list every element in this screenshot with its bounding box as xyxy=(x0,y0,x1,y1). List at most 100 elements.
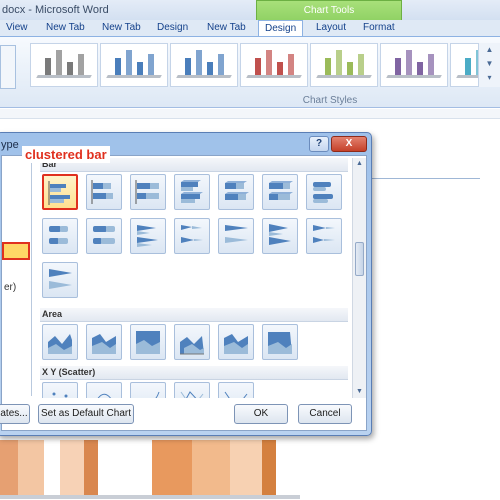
pyramid-stacked-bar-icon xyxy=(313,225,335,243)
tab-new-tab-2[interactable]: New Tab xyxy=(102,20,141,36)
chart-style-bar xyxy=(358,54,364,76)
chart-style-bar xyxy=(277,62,283,76)
chart-style-option[interactable] xyxy=(100,43,168,87)
chart-style-floor xyxy=(106,75,162,78)
100-stacked-area-chart-option[interactable] xyxy=(130,324,166,360)
chart-style-option[interactable] xyxy=(380,43,448,87)
chart-style-bar xyxy=(56,50,62,76)
cylinder-clustered-bar-chart-option[interactable] xyxy=(306,174,342,210)
3d-clustered-bar-chart-option[interactable] xyxy=(174,174,210,210)
scatter-smooth-markers-chart-option[interactable] xyxy=(86,382,122,398)
cylinder-stacked-bar-chart-option[interactable] xyxy=(42,218,78,254)
100-stacked-bar-chart-option[interactable] xyxy=(130,174,166,210)
stacked-bar-chart-option[interactable] xyxy=(86,174,122,210)
scatter-straight-lines-chart-option[interactable] xyxy=(218,382,254,398)
help-button[interactable]: ? xyxy=(309,136,329,152)
triangle-down-icon[interactable]: ▼ xyxy=(353,386,366,398)
pyramid-stacked-bar-chart-option[interactable] xyxy=(306,218,342,254)
stacked-area-chart-option[interactable] xyxy=(86,324,122,360)
change-chart-type-dialog: ype ? X er) Bar Area X Y (Scatter) ▲ ▼ a… xyxy=(0,132,372,436)
3d-stacked-bar-icon xyxy=(225,181,249,200)
pyramid-100-bar-icon xyxy=(49,269,72,289)
section-header-area: Area xyxy=(40,308,348,322)
tab-new-tab-1[interactable]: New Tab xyxy=(46,20,85,36)
clustered-bar-annotation: clustered bar xyxy=(22,146,110,163)
dialog-title: ype xyxy=(1,139,19,151)
cylinder-100-bar-chart-option[interactable] xyxy=(86,218,122,254)
chart-style-bar xyxy=(207,62,213,76)
chart-style-bar xyxy=(185,58,191,76)
clustered-bar-chart-option[interactable] xyxy=(42,174,78,210)
3d-100-stacked-bar-chart-option[interactable] xyxy=(262,174,298,210)
chart-gridline xyxy=(368,178,480,179)
document-ruler-edge xyxy=(0,109,500,119)
cone-100-bar-chart-option[interactable] xyxy=(218,218,254,254)
chart-style-option[interactable] xyxy=(170,43,238,87)
chart-style-floor xyxy=(176,75,232,78)
tab-design-page[interactable]: Design xyxy=(157,20,188,36)
100-stacked-area-icon xyxy=(136,331,160,354)
category-item-scatter[interactable]: er) xyxy=(4,282,16,293)
tab-view[interactable]: View xyxy=(6,20,28,36)
cone-stacked-bar-chart-option[interactable] xyxy=(174,218,210,254)
chart-bar xyxy=(262,440,276,495)
cylinder-bar-icon xyxy=(313,182,333,203)
cancel-button[interactable]: Cancel xyxy=(298,404,352,424)
3d-100-stacked-bar-icon xyxy=(269,181,293,200)
scatter-smooth-lines-icon xyxy=(155,391,160,398)
chart-style-bar xyxy=(255,58,261,76)
tab-new-tab-3[interactable]: New Tab xyxy=(207,20,246,36)
gallery-scroll-control[interactable]: ▲ ▼ ▾ xyxy=(478,43,500,87)
ribbon-left-control[interactable] xyxy=(0,45,16,89)
scatter-smooth-icon xyxy=(97,393,111,398)
3d-100-stacked-area-icon xyxy=(268,332,292,354)
3d-stacked-bar-chart-option[interactable] xyxy=(218,174,254,210)
window-title: docx - Microsoft Word xyxy=(2,4,109,16)
chart-style-option[interactable] xyxy=(310,43,378,87)
chart-style-bar xyxy=(67,62,73,76)
cylinder-100-bar-icon xyxy=(93,226,115,244)
gallery-scrollbar[interactable]: ▲ ▼ xyxy=(352,158,366,398)
clustered-bar-icon xyxy=(48,181,70,205)
3d-area-chart-option[interactable] xyxy=(174,324,210,360)
scatter-smooth-lines-chart-option[interactable] xyxy=(130,382,166,398)
cone-clustered-bar-chart-option[interactable] xyxy=(130,218,166,254)
scrollbar-thumb[interactable] xyxy=(355,242,364,276)
scatter-straight-icon xyxy=(180,391,204,398)
chart-style-floor xyxy=(36,75,92,78)
tab-chart-design[interactable]: Design xyxy=(258,20,304,37)
tab-chart-format[interactable]: Format xyxy=(363,20,395,36)
category-item-bar-selected[interactable] xyxy=(2,242,30,260)
ok-button[interactable]: OK xyxy=(234,404,288,424)
chart-style-bar xyxy=(406,50,412,76)
pyramid-clustered-bar-chart-option[interactable] xyxy=(262,218,298,254)
pyramid-100-bar-chart-option[interactable] xyxy=(42,262,78,298)
chart-style-bar xyxy=(428,54,434,76)
close-button[interactable]: X xyxy=(331,136,367,152)
chart-bar xyxy=(230,440,262,495)
stacked-bar-icon xyxy=(91,180,113,204)
triangle-down-icon[interactable]: ▼ xyxy=(479,57,500,71)
cone-stacked-bar-icon xyxy=(181,225,203,243)
dialog-body: er) Bar Area X Y (Scatter) ▲ ▼ ates... S… xyxy=(0,155,367,431)
chart-bar xyxy=(192,440,230,495)
3d-100-stacked-area-chart-option[interactable] xyxy=(262,324,298,360)
triangle-up-icon[interactable]: ▲ xyxy=(353,158,366,170)
triangle-up-icon[interactable]: ▲ xyxy=(479,43,500,57)
set-as-default-chart-button[interactable]: Set as Default Chart xyxy=(38,404,134,424)
100-stacked-bar-icon xyxy=(135,180,159,204)
area-chart-option[interactable] xyxy=(42,324,78,360)
chart-style-option[interactable] xyxy=(30,43,98,87)
manage-templates-button[interactable]: ates... xyxy=(0,404,30,424)
chart-style-bar xyxy=(347,62,353,76)
scatter-markers-chart-option[interactable] xyxy=(42,382,78,398)
scatter-straight-markers-chart-option[interactable] xyxy=(174,382,210,398)
3d-stacked-area-chart-option[interactable] xyxy=(218,324,254,360)
chart-style-option[interactable] xyxy=(240,43,308,87)
chart-bar xyxy=(60,440,84,495)
chevron-down-icon[interactable]: ▾ xyxy=(479,71,500,85)
scatter-straight-lines-icon xyxy=(224,391,248,398)
section-header-scatter: X Y (Scatter) xyxy=(40,366,348,380)
tab-chart-layout[interactable]: Layout xyxy=(316,20,346,36)
chart-style-bar xyxy=(336,50,342,76)
